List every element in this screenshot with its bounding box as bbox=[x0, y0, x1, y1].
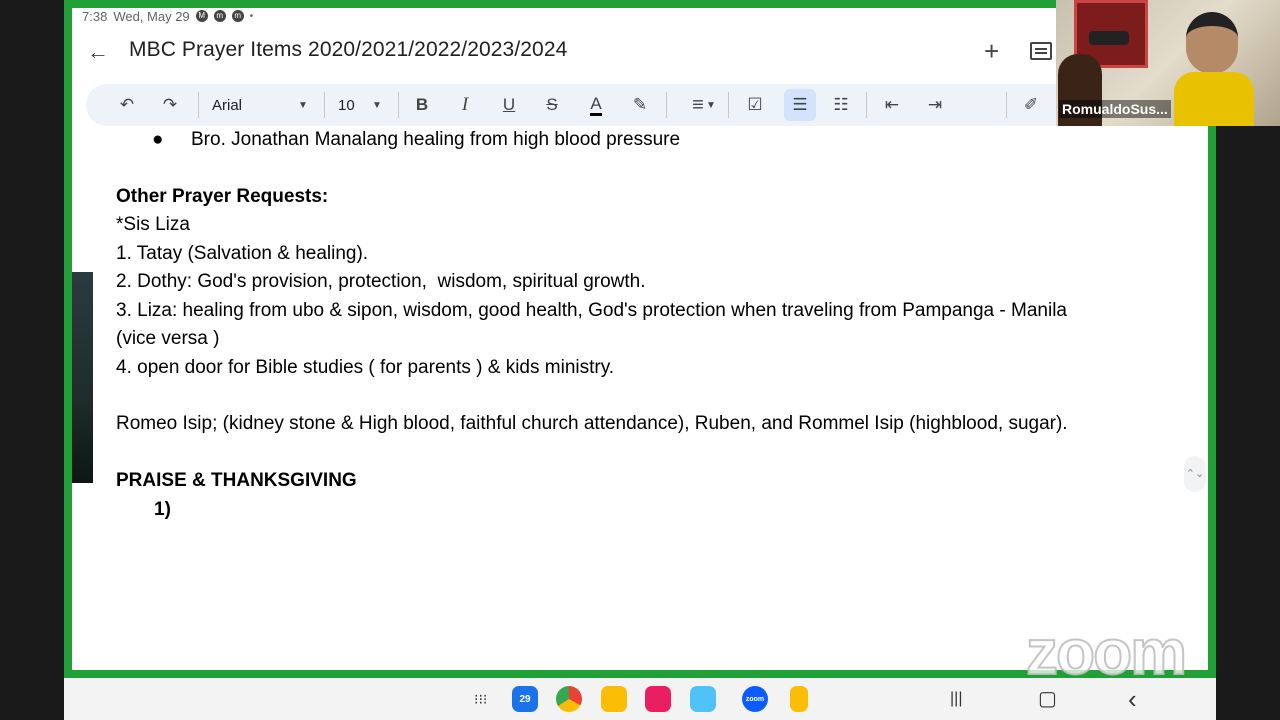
recent-apps-icon[interactable]: ||| bbox=[950, 686, 962, 712]
camera-app-icon[interactable] bbox=[645, 686, 671, 712]
undo-icon[interactable]: ↶ bbox=[114, 84, 140, 126]
zoom-app-icon[interactable]: zoom bbox=[742, 686, 768, 712]
praise-item-1: 1) bbox=[154, 499, 171, 520]
status-date: Wed, May 29 bbox=[113, 8, 190, 24]
bold-icon[interactable]: B bbox=[410, 84, 434, 126]
android-nav-bar: ⁝⁝⁝ 29 zoom ||| ▢ ‹ bbox=[64, 678, 1216, 720]
participant-name: RomualdoSus... bbox=[1059, 100, 1171, 118]
doc-title: MBC Prayer Items 2020/2021/2022/2023/202… bbox=[129, 38, 568, 61]
request-item-2: 2. Dothy: God's provision, protection, w… bbox=[116, 271, 646, 292]
bulleted-list-icon[interactable]: ☰ bbox=[784, 89, 816, 121]
toolbar-divider bbox=[728, 92, 729, 118]
bullet-glyph: ● bbox=[152, 129, 164, 150]
files-app-icon[interactable] bbox=[601, 686, 627, 712]
increase-indent-icon[interactable]: ⇥ bbox=[922, 84, 948, 126]
font-size-select[interactable]: 10 ▼ bbox=[338, 84, 388, 126]
home-icon[interactable]: ▢ bbox=[1038, 686, 1057, 712]
request-item-3-cont: (vice versa ) bbox=[116, 328, 220, 349]
status-time: 7:38 bbox=[82, 8, 108, 24]
checklist-icon[interactable]: ☑ bbox=[742, 84, 768, 126]
chrome-app-icon[interactable] bbox=[556, 686, 582, 712]
romeo-request: Romeo Isip; (kidney stone & High blood, … bbox=[116, 413, 1068, 434]
status-bar: 7:38 Wed, May 29 M m m • bbox=[82, 8, 253, 24]
gallery-app-icon[interactable] bbox=[690, 686, 716, 712]
bullet-item: Bro. Jonathan Manalang healing from high… bbox=[191, 129, 681, 150]
back-arrow-icon[interactable]: ← bbox=[86, 40, 110, 64]
shared-screen: 7:38 Wed, May 29 M m m • ← MBC Prayer It… bbox=[72, 8, 1208, 670]
apps-grid-icon[interactable]: ⁝⁝⁝ bbox=[474, 686, 487, 712]
redo-icon[interactable]: ↷ bbox=[157, 84, 183, 126]
zoom-watermark: zoom bbox=[1025, 616, 1188, 688]
toolbar-divider bbox=[198, 92, 199, 118]
participant-person-right bbox=[1174, 12, 1254, 126]
text-color-icon[interactable]: A bbox=[584, 84, 608, 126]
font-family-value: Arial bbox=[212, 96, 243, 114]
more-notifications-dot: • bbox=[249, 10, 254, 22]
messenger-notification-icon: m bbox=[213, 10, 226, 22]
underline-icon[interactable]: U bbox=[497, 84, 521, 126]
align-icon: ≡ bbox=[692, 93, 704, 116]
highlight-icon[interactable]: ✎ bbox=[628, 84, 652, 126]
gmail-notification-icon: M bbox=[195, 10, 208, 22]
toolbar-divider bbox=[866, 92, 867, 118]
format-toolbar: ↶ ↷ Arial ▼ 10 ▼ B I U S A ✎ ≡ ▼ ☑ ☰ ☷ ⇤… bbox=[86, 84, 1190, 126]
side-thumbnail bbox=[72, 272, 93, 483]
chevron-down-icon: ▼ bbox=[706, 99, 716, 111]
chevron-down-icon: ▼ bbox=[372, 99, 382, 111]
edit-mode-icon[interactable]: ✐ bbox=[1018, 84, 1044, 126]
participant-video-tile[interactable]: RomualdoSus... bbox=[1056, 0, 1280, 126]
toolbar-divider bbox=[1006, 92, 1007, 118]
nav-back-icon[interactable]: ‹ bbox=[1128, 686, 1137, 712]
sis-liza-line: *Sis Liza bbox=[116, 214, 190, 235]
toolbar-divider bbox=[666, 92, 667, 118]
chevron-down-icon: ▼ bbox=[298, 99, 308, 111]
font-size-value: 10 bbox=[338, 96, 355, 114]
toolbar-divider bbox=[398, 92, 399, 118]
request-item-3: 3. Liza: healing from ubo & sipon, wisdo… bbox=[116, 300, 1067, 321]
messenger-notification-icon-2: m bbox=[231, 10, 244, 22]
comment-icon[interactable] bbox=[1030, 42, 1052, 60]
praise-heading: PRAISE & THANKSGIVING bbox=[116, 470, 357, 491]
request-item-1: 1. Tatay (Salvation & healing). bbox=[116, 243, 369, 264]
doc-title-bar: ← MBC Prayer Items 2020/2021/2022/2023/2… bbox=[72, 30, 1208, 74]
strikethrough-icon[interactable]: S bbox=[540, 84, 564, 126]
slides-app-icon[interactable] bbox=[790, 686, 808, 712]
numbered-list-icon[interactable]: ☷ bbox=[828, 84, 854, 126]
other-requests-heading: Other Prayer Requests: bbox=[116, 186, 329, 207]
document-body[interactable]: ● Bro. Jonathan Manalang healing from hi… bbox=[72, 128, 1208, 670]
toolbar-divider bbox=[324, 92, 325, 118]
add-icon[interactable]: + bbox=[984, 36, 999, 66]
font-family-select[interactable]: Arial ▼ bbox=[212, 84, 312, 126]
decrease-indent-icon[interactable]: ⇤ bbox=[879, 84, 905, 126]
request-item-4: 4. open door for Bible studies ( for par… bbox=[116, 357, 615, 378]
align-select[interactable]: ≡ ▼ bbox=[680, 84, 716, 126]
italic-icon[interactable]: I bbox=[453, 84, 477, 126]
calendar-app-icon[interactable]: 29 bbox=[512, 686, 538, 712]
scroll-handle-icon[interactable]: ⌃⌄ bbox=[1184, 456, 1206, 492]
